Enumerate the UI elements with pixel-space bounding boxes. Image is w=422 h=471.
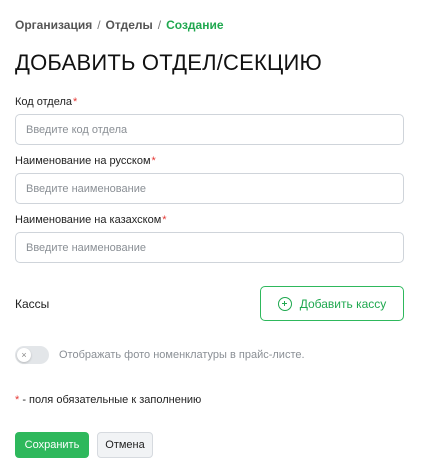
breadcrumb: Организация / Отделы / Создание: [15, 18, 224, 32]
page-title: ДОБАВИТЬ ОТДЕЛ/СЕКЦИЮ: [15, 50, 322, 75]
required-mark: *: [73, 96, 78, 108]
required-mark: *: [162, 214, 167, 226]
department-code-input[interactable]: [15, 114, 404, 145]
name-ru-input[interactable]: [15, 173, 404, 204]
cancel-button[interactable]: Отмена: [97, 432, 153, 458]
name-kz-field-label-text: Наименование на казахском: [15, 214, 162, 226]
breadcrumb-separator: /: [97, 18, 101, 32]
plus-circle-icon: [277, 296, 292, 311]
toggle-off-icon: ×: [17, 348, 31, 362]
breadcrumb-item-create: Создание: [166, 18, 224, 32]
required-fields-note-text: - поля обязательные к заполнению: [19, 394, 202, 406]
breadcrumb-item-organization[interactable]: Организация: [15, 18, 92, 32]
breadcrumb-separator: /: [157, 18, 162, 32]
photo-toggle-label: Отображать фото номенклатуры в прайс-лис…: [59, 349, 305, 361]
required-fields-note: * - поля обязательные к заполнению: [15, 394, 201, 406]
photo-toggle[interactable]: ×: [15, 346, 49, 364]
save-button[interactable]: Сохранить: [15, 432, 89, 458]
name-ru-field-label-text: Наименование на русском: [15, 155, 151, 167]
registers-label: Кассы: [15, 297, 50, 311]
code-field-label-text: Код отдела: [15, 96, 73, 108]
code-field-label: Код отдела*: [15, 96, 77, 108]
required-mark: *: [151, 155, 156, 167]
name-ru-field-label: Наименование на русском*: [15, 155, 156, 167]
name-kz-field-label: Наименование на казахском*: [15, 214, 167, 226]
name-kz-input[interactable]: [15, 232, 404, 263]
add-register-button-label: Добавить кассу: [299, 296, 387, 311]
add-register-button[interactable]: Добавить кассу: [260, 286, 404, 321]
breadcrumb-item-departments[interactable]: Отделы: [106, 18, 153, 32]
